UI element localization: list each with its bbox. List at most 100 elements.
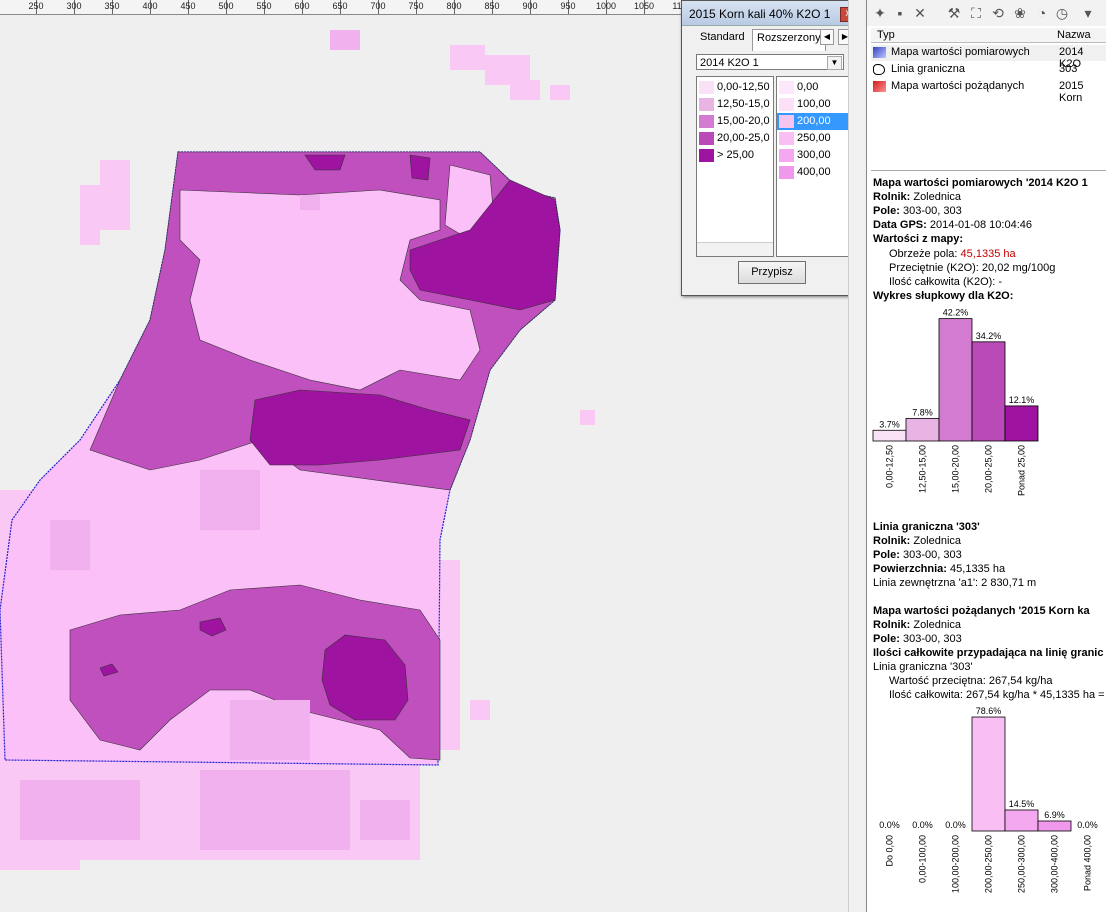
legend-desired-item[interactable]: 100,00 [777, 96, 849, 113]
legend-window[interactable]: 2015 Korn kali 40% K2O 1 x Standard Rozs… [681, 0, 863, 296]
tool2-icon[interactable]: ⛶ [967, 4, 985, 22]
map-select-value: 2014 K2O 1 [700, 57, 759, 69]
map-canvas[interactable] [0, 15, 682, 912]
measure-farmer: Rolnik: Zolednica [873, 191, 962, 203]
ruler-label: 550 [256, 1, 272, 11]
ruler-label: 650 [332, 1, 348, 11]
color-swatch [699, 80, 714, 94]
chart-bar [905, 417, 940, 442]
map-select[interactable]: 2014 K2O 1 ▼ [696, 54, 844, 70]
ruler-label: 250 [28, 1, 44, 11]
ruler-label: 600 [294, 1, 310, 11]
ruler-label: 700 [370, 1, 386, 11]
map-vertical-scrollbar[interactable] [848, 0, 867, 912]
legend-measure-item[interactable]: 0,00-12,50 [697, 79, 773, 96]
chart-bar [971, 716, 1006, 832]
measure-gps: Data GPS: 2014-01-08 10:04:46 [873, 219, 1033, 231]
chart-data-label: 78.6% [976, 706, 1002, 716]
chart-data-label: 0.0% [912, 820, 933, 830]
chevron-down-icon[interactable]: ▼ [827, 56, 842, 70]
tab-scroll-left-icon[interactable]: ◀ [820, 29, 834, 45]
col-type[interactable]: Typ [877, 29, 895, 41]
field-map[interactable] [0, 15, 682, 912]
chart-data-label: 34.2% [976, 331, 1002, 341]
layers-header: Typ Nazwa [871, 28, 1106, 43]
dropdown-icon[interactable]: ▾ [1079, 4, 1097, 22]
legend-desired-item[interactable]: 300,00 [777, 147, 849, 164]
assign-button[interactable]: Przypisz [738, 261, 806, 284]
ruler-label: 1000 [595, 1, 617, 11]
tab-standard[interactable]: Standard [696, 29, 749, 50]
color-swatch [779, 148, 794, 162]
ruler-label: 1050 [633, 1, 655, 11]
chart-data-label: 12.1% [1009, 395, 1035, 405]
tool3-icon[interactable]: ⟲ [989, 4, 1007, 22]
save-icon[interactable]: ▪ [891, 4, 909, 22]
layer-row[interactable]: Mapa wartości pomiarowych 2014 K2O [871, 45, 1106, 70]
chart-category-label: 12,50-15,00 [918, 445, 928, 493]
legend-measure-item[interactable]: 20,00-25,0 [697, 130, 773, 147]
chart-bar [938, 318, 973, 442]
chart-bar [1004, 405, 1039, 442]
color-swatch [779, 165, 794, 179]
legend-desired-item[interactable]: 400,00 [777, 164, 849, 181]
legend-measure-list[interactable]: 0,00-12,50 12,50-15,0 15,00-20,0 20,00-25,0… [696, 76, 774, 257]
color-swatch [699, 114, 714, 128]
desired-bar-chart: 0.0% Do 0,00 0.0% 0,00-100,00 0.0% 100,00-200… [879, 706, 1098, 893]
window-titlebar[interactable]: 2015 Korn kali 40% K2O 1 x [682, 1, 862, 26]
legend-desired-item[interactable]: 200,00 [777, 113, 849, 130]
layer-row[interactable]: Linia graniczna 303 [871, 62, 1106, 78]
measure-total: Ilość całkowita (K2O): - [889, 276, 1003, 288]
boundary-field: Pole: 303-00, 303 [873, 549, 962, 561]
legend-measure-item[interactable]: 12,50-15,0 [697, 96, 773, 113]
chart-data-label: 42.2% [943, 308, 969, 318]
tab-extended[interactable]: Rozszerzony [752, 29, 826, 51]
tool1-icon[interactable]: ⚒ [945, 4, 963, 22]
chart-category-label: 250,00-300,00 [1017, 835, 1027, 893]
legend-measure-label: 12,50-15,0 [717, 98, 770, 110]
legend-desired-item[interactable]: 250,00 [777, 130, 849, 147]
desired-totals-label: Ilości całkowite przypadająca na linię g… [873, 647, 1104, 659]
desired-farmer: Rolnik: Zolednica [873, 619, 962, 631]
desired-total: Ilość całkowita: 267,54 kg/ha * 45,1335 … [889, 689, 1106, 701]
ruler-label: 500 [218, 1, 234, 11]
tool5-icon[interactable]: ◔ [1033, 4, 1051, 22]
ruler-label: 850 [484, 1, 500, 11]
chart-data-label: 14.5% [1009, 799, 1035, 809]
col-name[interactable]: Nazwa [1057, 29, 1091, 41]
color-swatch [779, 114, 794, 128]
layer-row[interactable]: Mapa wartości pożądanych 2015 Korn [871, 79, 1106, 104]
delete-icon[interactable]: ✕ [911, 4, 929, 22]
tool4-icon[interactable]: ❀ [1011, 4, 1029, 22]
legend-measure-label: 20,00-25,0 [717, 132, 770, 144]
measure-field: Pole: 303-00, 303 [873, 205, 962, 217]
color-swatch [779, 131, 794, 145]
chart-data-label: 3.7% [879, 419, 900, 429]
legend-desired-label: 250,00 [797, 132, 831, 144]
chart-category-label: Ponad 400,00 [1083, 835, 1093, 891]
chart-data-label: 6.9% [1044, 810, 1065, 820]
boundary-surface: Powierzchnia: 45,1335 ha [873, 563, 1006, 575]
measure-bar-chart: 3.7% 0,00-12,50 7.8% 12,50-15,00 42.2% 15,00-… [872, 308, 1039, 496]
legend-desired-list[interactable]: 0,00 100,00 200,00 250,00 300,00 400,00 [776, 76, 850, 257]
ruler-label: 400 [142, 1, 158, 11]
new-icon[interactable]: ✦ [871, 4, 889, 22]
legend-measure-item[interactable]: > 25,00 [697, 147, 773, 164]
chart-category-label: 200,00-250,00 [984, 835, 994, 893]
history-icon[interactable]: ◷ [1053, 4, 1071, 22]
chart-category-label: 0,00-12,50 [885, 445, 895, 488]
chart-bar [1037, 820, 1072, 832]
legend-desired-item[interactable]: 0,00 [777, 79, 849, 96]
desired-map-icon [873, 81, 886, 92]
legend-measure-item[interactable]: 15,00-20,0 [697, 113, 773, 130]
chart-bar [971, 341, 1006, 442]
chart-data-label: 0.0% [1077, 820, 1098, 830]
color-swatch [779, 80, 794, 94]
info-panel: Mapa wartości pomiarowych '2014 K2O 1 Ro… [871, 170, 1106, 893]
legend-desired-label: 200,00 [797, 115, 831, 127]
horizontal-scrollbar[interactable] [697, 242, 773, 256]
chart-category-label: 0,00-100,00 [918, 835, 928, 883]
zone-25-plus-4 [409, 154, 431, 181]
chart-category-label: 20,00-25,00 [984, 445, 994, 493]
measure-area: Obrzeże pola: 45,1335 ha [889, 248, 1016, 260]
